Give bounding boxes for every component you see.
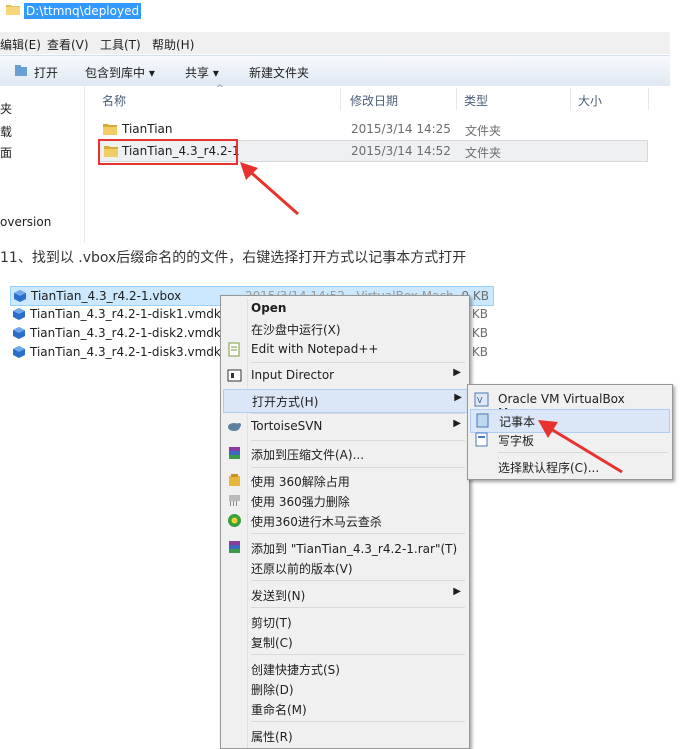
menu-item-tortoisesvn[interactable]: TortoiseSVN ▶: [223, 416, 467, 438]
column-modified[interactable]: 修改日期: [350, 92, 398, 108]
menu-tools[interactable]: 工具(T): [100, 36, 141, 53]
notepad-icon: [476, 413, 489, 428]
svg-text:V: V: [477, 396, 483, 405]
winrar-icon: [229, 447, 240, 459]
vmdk-file-icon: [13, 346, 25, 358]
folder-type: 文件夹: [465, 124, 502, 138]
menu-item-send-to[interactable]: 发送到(N) ▶: [223, 584, 467, 606]
tortoisesvn-icon: [228, 423, 241, 431]
vmdk-file-icon: [13, 308, 25, 320]
menu-help[interactable]: 帮助(H): [152, 36, 194, 53]
menu-item-360-unlock[interactable]: 使用 360解除占用: [223, 470, 467, 492]
menu-item-properties[interactable]: 属性(R): [223, 725, 467, 747]
submenu-item-virtualbox[interactable]: V Oracle VM VirtualBox Manager: [470, 389, 670, 420]
folder-row[interactable]: TianTian 2015/3/14 14:25 文件夹: [98, 119, 646, 139]
menu-item-open-with[interactable]: 打开方式(H) ▶: [223, 389, 469, 413]
menu-item-add-rar[interactable]: 添加到 "TianTian_4.3_r4.2-1.rar"(T): [223, 537, 467, 559]
column-type[interactable]: 类型: [464, 92, 488, 108]
folder-icon: [103, 124, 117, 135]
submenu-arrow-icon: ▶: [453, 418, 461, 429]
shredder-icon: [229, 495, 240, 506]
winrar-icon: [229, 541, 240, 553]
virtualbox-icon: V: [474, 392, 489, 407]
menu-view[interactable]: 查看(V): [47, 36, 89, 53]
include-library-button[interactable]: 包含到库中 ▾: [85, 64, 155, 81]
menu-item-cut[interactable]: 剪切(T): [223, 611, 467, 633]
file-name: TianTian_4.3_r4.2-1.vbox: [31, 289, 182, 303]
nav-item[interactable]: 夹: [0, 100, 12, 117]
submenu-arrow-icon: ▶: [454, 392, 462, 403]
input-director-icon: [227, 369, 242, 382]
file-name: TianTian_4.3_r4.2-1-disk1.vmdk: [30, 307, 221, 321]
file-name: TianTian_4.3_r4.2-1-disk2.vmdk: [30, 326, 221, 340]
open-button[interactable]: 打开: [34, 64, 58, 81]
menu-item-open[interactable]: Open: [223, 298, 467, 320]
unlock-icon: [229, 474, 240, 486]
context-menu: Open 在沙盘中运行(X) Edit with Notepad++ Input…: [220, 295, 470, 749]
folder-name: TianTian: [122, 122, 173, 136]
nav-item[interactable]: 载: [0, 123, 12, 140]
menu-item-input-director[interactable]: Input Director ▶: [223, 365, 467, 387]
menu-item-360-scan[interactable]: 使用360进行木马云查杀: [223, 510, 467, 532]
nav-item[interactable]: 面: [0, 144, 12, 161]
folder-type: 文件夹: [465, 146, 502, 160]
vmdk-file-icon: [13, 327, 25, 339]
nav-pane: 夹 载 面 oversion: [0, 86, 85, 243]
nav-item[interactable]: oversion: [0, 215, 51, 229]
menu-item-restore[interactable]: 还原以前的版本(V): [223, 557, 467, 579]
new-folder-button[interactable]: 新建文件夹: [249, 64, 309, 81]
submenu-arrow-icon: ▶: [453, 367, 461, 378]
column-size[interactable]: 大小: [578, 92, 602, 108]
menu-item-360-force-delete[interactable]: 使用 360强力删除: [223, 490, 467, 512]
virtualbox-file-icon: [14, 290, 26, 302]
folder-modified: 2015/3/14 14:52: [351, 144, 451, 158]
annotation-arrow-icon: [240, 162, 299, 216]
notepadpp-icon: [228, 342, 240, 357]
menu-bar: 编辑(E) 查看(V) 工具(T) 帮助(H): [0, 32, 670, 54]
wordpad-icon: [475, 432, 488, 447]
menu-item-sandbox[interactable]: 在沙盘中运行(X): [223, 318, 467, 340]
menu-item-copy[interactable]: 复制(C): [223, 631, 467, 653]
menu-item-notepadpp[interactable]: Edit with Notepad++: [223, 339, 467, 361]
submenu-arrow-icon: ▶: [453, 586, 461, 597]
address-path[interactable]: D:\ttmnq\deployed: [24, 3, 142, 19]
menu-item-rename[interactable]: 重命名(M): [223, 698, 467, 720]
file-name: TianTian_4.3_r4.2-1-disk3.vmdk: [30, 345, 221, 359]
menu-item-delete[interactable]: 删除(D): [223, 678, 467, 700]
folder-icon: [6, 5, 20, 15]
address-bar[interactable]: D:\ttmnq\deployed: [0, 0, 670, 25]
toolbar: 打开 包含到库中 ▾ 共享 ▾ 新建文件夹: [0, 55, 670, 87]
menu-item-create-shortcut[interactable]: 创建快捷方式(S): [223, 658, 467, 680]
folder-modified: 2015/3/14 14:25: [351, 122, 451, 136]
menu-item-add-archive[interactable]: 添加到压缩文件(A)...: [223, 443, 467, 465]
instruction-caption: 11、找到以 .vbox后缀命名的的文件，右键选择打开方式以记事本方式打开: [0, 250, 467, 266]
open-icon: [15, 65, 27, 76]
column-name[interactable]: 名称: [102, 92, 126, 108]
share-button[interactable]: 共享 ▾: [185, 64, 219, 81]
menu-edit[interactable]: 编辑(E): [0, 36, 41, 53]
annotation-arrow-icon: [538, 420, 623, 474]
highlight-box: [98, 139, 238, 165]
360-shield-icon: [228, 514, 241, 527]
sort-arrow-icon: ^: [216, 84, 224, 94]
